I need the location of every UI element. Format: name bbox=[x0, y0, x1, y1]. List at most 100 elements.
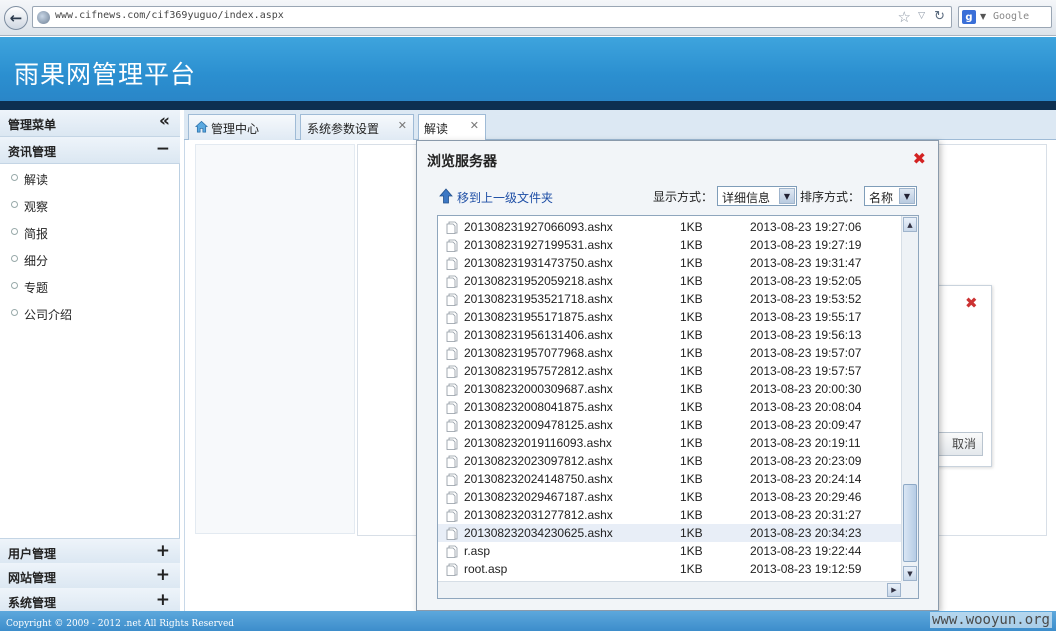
sidebar-section-news[interactable]: 资讯管理 − bbox=[0, 137, 180, 164]
sidebar-item-jiedu[interactable]: 解读 bbox=[0, 167, 178, 189]
file-icon bbox=[446, 401, 458, 414]
display-mode-select[interactable]: 详细信息 ▼ bbox=[717, 186, 797, 206]
sidebar-title-bar: 管理菜单 « bbox=[0, 110, 180, 137]
file-row[interactable]: 201308231957077968.ashx 1KB 2013-08-23 19:… bbox=[438, 344, 902, 362]
sidebar-item-label: 公司介绍 bbox=[24, 308, 73, 322]
file-icon bbox=[446, 545, 458, 558]
file-date: 2013-08-23 19:12:59 bbox=[750, 562, 862, 576]
browser-toolbar: ← www.cifnews.com/cif369yuguo/index.aspx… bbox=[0, 0, 1056, 36]
file-name: 201308232000309687.ashx bbox=[464, 382, 613, 396]
url-text[interactable]: www.cifnews.com/cif369yuguo/index.aspx bbox=[55, 10, 284, 21]
sidebar-item-jianbao[interactable]: 简报 bbox=[0, 221, 178, 243]
expand-icon[interactable]: + bbox=[156, 590, 170, 610]
parent-folder-link[interactable]: 移到上一级文件夹 bbox=[457, 189, 553, 206]
file-name: 201308232019116093.ashx bbox=[464, 436, 612, 450]
close-icon[interactable]: ✖ bbox=[913, 149, 926, 168]
file-row[interactable]: 201308231957572812.ashx 1KB 2013-08-23 19:… bbox=[438, 362, 902, 380]
file-row[interactable]: 201308231955171875.ashx 1KB 2013-08-23 19:… bbox=[438, 308, 902, 326]
file-row[interactable]: 201308231927199531.ashx 1KB 2013-08-23 19:… bbox=[438, 236, 902, 254]
file-size: 1KB bbox=[680, 364, 703, 378]
cancel-button[interactable]: 取消 bbox=[933, 432, 983, 456]
file-size: 1KB bbox=[680, 274, 703, 288]
file-name: 201308231956131406.ashx bbox=[464, 328, 613, 342]
file-row[interactable]: 201308232029467187.ashx 1KB 2013-08-23 20:… bbox=[438, 488, 902, 506]
app-title: 雨果网管理平台 bbox=[14, 60, 197, 89]
file-row[interactable]: 201308231956131406.ashx 1KB 2013-08-23 19:… bbox=[438, 326, 902, 344]
file-row[interactable]: root.asp 1KB 2013-08-23 19:12:59 bbox=[438, 560, 902, 578]
sort-select[interactable]: 名称 ▼ bbox=[864, 186, 917, 206]
sidebar-item-xifen[interactable]: 细分 bbox=[0, 248, 178, 270]
file-row[interactable]: 201308232008041875.ashx 1KB 2013-08-23 20:… bbox=[438, 398, 902, 416]
back-arrow-icon: ← bbox=[9, 9, 23, 27]
search-input[interactable]: g ▼ Google bbox=[958, 6, 1052, 28]
file-row[interactable]: 201308232009478125.ashx 1KB 2013-08-23 20:… bbox=[438, 416, 902, 434]
close-tab-icon[interactable]: ✕ bbox=[470, 119, 479, 132]
file-row[interactable]: 201308232034230625.ashx 1KB 2013-08-23 20:… bbox=[438, 524, 902, 542]
file-row[interactable]: 201308231931473750.ashx 1KB 2013-08-23 19:… bbox=[438, 254, 902, 272]
section-label: 系统管理 bbox=[8, 596, 57, 610]
scroll-corner bbox=[901, 581, 918, 598]
selected-value: 名称 bbox=[869, 191, 894, 205]
sidebar-item-guancha[interactable]: 观察 bbox=[0, 194, 178, 216]
reload-icon[interactable]: ↻ bbox=[934, 9, 945, 24]
tab-jiedu[interactable]: 解读 ✕ bbox=[418, 114, 486, 141]
scroll-down-icon[interactable]: ▼ bbox=[903, 566, 917, 581]
search-engine-dropdown-icon[interactable]: ▼ bbox=[980, 12, 986, 21]
file-row[interactable]: 201308232000309687.ashx 1KB 2013-08-23 20:… bbox=[438, 380, 902, 398]
collapse-icon[interactable]: − bbox=[156, 139, 170, 159]
scroll-thumb[interactable] bbox=[903, 484, 917, 562]
file-icon bbox=[446, 239, 458, 252]
folder-up-icon[interactable] bbox=[439, 188, 453, 204]
sidebar: 管理菜单 « 资讯管理 − 解读 观察 简报 细分 专题 公司介绍 用户管理 +… bbox=[0, 110, 180, 615]
sidebar-item-company[interactable]: 公司介绍 bbox=[0, 302, 178, 324]
vertical-scrollbar[interactable]: ▲ ▼ bbox=[901, 216, 918, 582]
file-row[interactable]: 201308231927066093.ashx 1KB 2013-08-23 19:… bbox=[438, 218, 902, 236]
tab-system-params[interactable]: 系统参数设置 ✕ bbox=[300, 114, 414, 140]
header-stripe bbox=[0, 101, 1056, 110]
chevron-down-icon[interactable]: ▼ bbox=[779, 188, 795, 204]
close-tab-icon[interactable]: ✕ bbox=[398, 119, 407, 132]
bullet-icon bbox=[11, 282, 18, 289]
section-label: 网站管理 bbox=[8, 571, 57, 585]
sidebar-item-zhuanti[interactable]: 专题 bbox=[0, 275, 178, 297]
expand-icon[interactable]: + bbox=[156, 565, 170, 585]
file-size: 1KB bbox=[680, 328, 703, 342]
file-name: 201308232024148750.ashx bbox=[464, 472, 613, 486]
file-size: 1KB bbox=[680, 454, 703, 468]
file-name: 201308231931473750.ashx bbox=[464, 256, 613, 270]
file-row[interactable]: 201308231953521718.ashx 1KB 2013-08-23 19:… bbox=[438, 290, 902, 308]
tab-admin-center[interactable]: 管理中心 bbox=[188, 114, 296, 140]
chevron-down-icon[interactable]: ▼ bbox=[899, 188, 915, 204]
scroll-up-icon[interactable]: ▲ bbox=[903, 217, 917, 232]
file-row[interactable]: 201308231952059218.ashx 1KB 2013-08-23 19:… bbox=[438, 272, 902, 290]
address-bar[interactable]: www.cifnews.com/cif369yuguo/index.aspx ☆… bbox=[32, 6, 952, 28]
file-row[interactable]: 201308232023097812.ashx 1KB 2013-08-23 20:… bbox=[438, 452, 902, 470]
sidebar-item-label: 解读 bbox=[24, 173, 49, 187]
sidebar-section-users[interactable]: 用户管理 + bbox=[0, 538, 180, 565]
url-dropdown-icon[interactable]: ▽ bbox=[918, 11, 925, 21]
file-icon bbox=[446, 365, 458, 378]
google-icon[interactable]: g bbox=[962, 10, 976, 24]
file-row[interactable]: 201308232031277812.ashx 1KB 2013-08-23 20:… bbox=[438, 506, 902, 524]
sidebar-item-label: 专题 bbox=[24, 281, 49, 295]
file-name: 201308231953521718.ashx bbox=[464, 292, 613, 306]
close-icon[interactable]: ✖ bbox=[965, 294, 978, 312]
file-date: 2013-08-23 20:34:23 bbox=[750, 526, 862, 540]
file-name: 201308232029467187.ashx bbox=[464, 490, 613, 504]
file-name: 201308232031277812.ashx bbox=[464, 508, 613, 522]
sidebar-section-site[interactable]: 网站管理 + bbox=[0, 563, 180, 590]
file-name: 201308232008041875.ashx bbox=[464, 400, 613, 414]
scroll-right-icon[interactable]: ▶ bbox=[887, 583, 901, 597]
file-icon bbox=[446, 455, 458, 468]
tab-label: 系统参数设置 bbox=[307, 122, 380, 136]
file-icon bbox=[446, 275, 458, 288]
horizontal-scrollbar[interactable]: ▶ bbox=[438, 581, 902, 598]
file-row[interactable]: r.asp 1KB 2013-08-23 19:22:44 bbox=[438, 542, 902, 560]
file-row[interactable]: 201308232024148750.ashx 1KB 2013-08-23 20:… bbox=[438, 470, 902, 488]
expand-icon[interactable]: + bbox=[156, 541, 170, 561]
collapse-sidebar-icon[interactable]: « bbox=[159, 111, 170, 131]
file-icon bbox=[446, 383, 458, 396]
file-row[interactable]: 201308232019116093.ashx 1KB 2013-08-23 20:… bbox=[438, 434, 902, 452]
back-button[interactable]: ← bbox=[4, 6, 28, 30]
bookmark-star-icon[interactable]: ☆ bbox=[898, 8, 911, 26]
